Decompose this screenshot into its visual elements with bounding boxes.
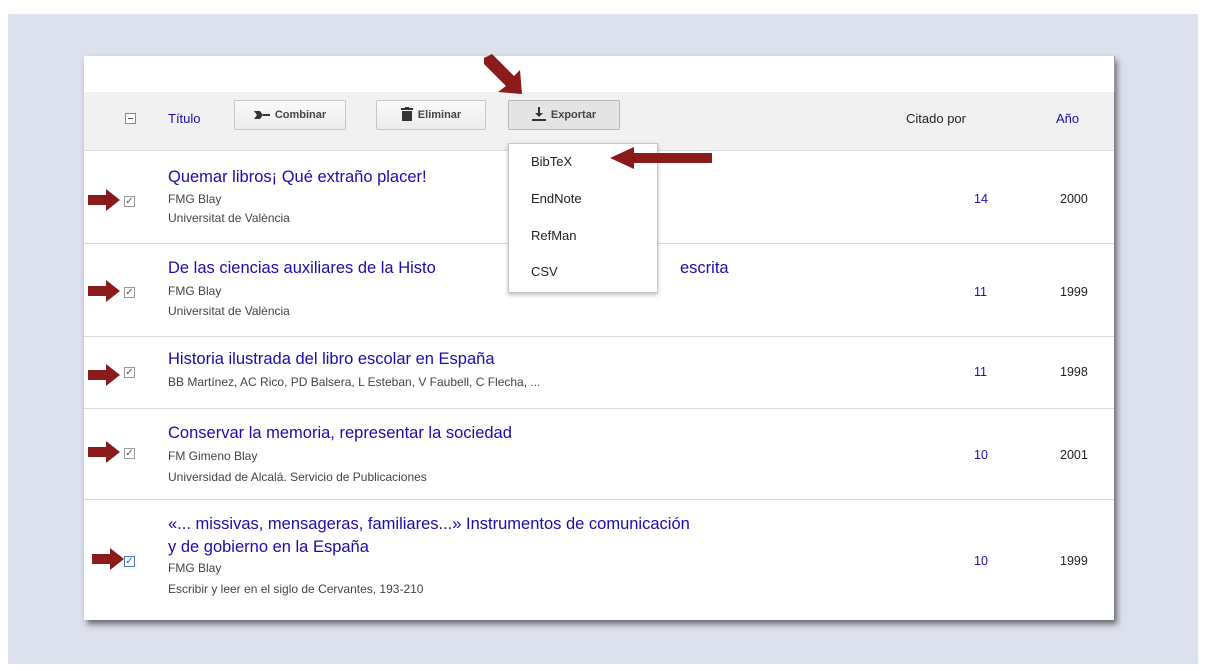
combine-icon bbox=[253, 108, 270, 123]
annotation-arrow-icon bbox=[88, 441, 120, 463]
delete-label: Eliminar bbox=[417, 109, 462, 121]
annotation-arrow-icon bbox=[88, 364, 120, 386]
row-year: 1999 bbox=[1060, 285, 1088, 299]
row-cites[interactable]: 11 bbox=[974, 365, 987, 379]
annotation-arrow-icon bbox=[92, 548, 124, 570]
row-source: Universitat de València bbox=[168, 211, 290, 225]
row-cites[interactable]: 10 bbox=[974, 554, 988, 568]
panel-divider bbox=[1114, 56, 1115, 92]
table-row: ✓ «... missivas, mensageras, familiares.… bbox=[84, 500, 1114, 618]
row-cites[interactable]: 14 bbox=[974, 192, 988, 206]
export-option-bibtex[interactable]: BibTeX bbox=[531, 154, 572, 169]
export-option-csv[interactable]: CSV bbox=[531, 264, 558, 279]
row-title[interactable]: Conservar la memoria, representar la soc… bbox=[168, 423, 512, 444]
cited-by-column-header[interactable]: Citado por bbox=[906, 111, 966, 126]
row-cites[interactable]: 11 bbox=[974, 285, 987, 299]
select-all-checkbox[interactable] bbox=[125, 113, 136, 124]
row-source: Escribir y leer en el siglo de Cervantes… bbox=[168, 582, 424, 596]
row-title[interactable]: Quemar libros¡ Qué extraño placer! bbox=[168, 167, 427, 188]
row-checkbox[interactable]: ✓ bbox=[124, 367, 135, 378]
export-option-endnote[interactable]: EndNote bbox=[531, 191, 582, 206]
annotation-arrow-icon bbox=[88, 280, 120, 302]
row-authors: FMG Blay bbox=[168, 561, 222, 575]
row-authors: FMG Blay bbox=[168, 192, 222, 206]
row-year: 1998 bbox=[1060, 365, 1088, 379]
row-checkbox[interactable]: ✓ bbox=[124, 196, 135, 207]
row-title-tail[interactable]: escrita bbox=[680, 258, 729, 279]
export-option-refman[interactable]: RefMan bbox=[531, 228, 577, 243]
row-authors: FM Gimeno Blay bbox=[168, 449, 258, 463]
row-year: 1999 bbox=[1060, 554, 1088, 568]
row-authors: BB Martínez, AC Rico, PD Balsera, L Este… bbox=[168, 375, 541, 389]
row-authors: FMG Blay bbox=[168, 284, 222, 298]
row-source: Universidad de Alcalá. Servicio de Publi… bbox=[168, 470, 427, 484]
title-column-header[interactable]: Título bbox=[168, 111, 201, 126]
row-checkbox[interactable]: ✓ bbox=[124, 448, 135, 459]
annotation-arrow-icon bbox=[484, 54, 522, 94]
combine-button[interactable]: Combinar bbox=[234, 100, 346, 130]
row-year: 2001 bbox=[1060, 448, 1088, 462]
results-panel: Título Combinar Eliminar Exportar Citado… bbox=[84, 56, 1114, 620]
annotation-arrow-icon bbox=[88, 189, 120, 211]
table-row: ✓ Conservar la memoria, representar la s… bbox=[84, 409, 1114, 500]
row-title-line1[interactable]: «... missivas, mensageras, familiares...… bbox=[168, 514, 690, 535]
export-button[interactable]: Exportar bbox=[508, 100, 620, 130]
trash-icon bbox=[400, 106, 413, 124]
row-source: Universitat de València bbox=[168, 304, 290, 318]
row-title[interactable]: De las ciencias auxiliares de la Histo bbox=[168, 258, 436, 279]
table-row: ✓ Historia ilustrada del libro escolar e… bbox=[84, 337, 1114, 409]
row-title-line2[interactable]: y de gobierno en la España bbox=[168, 537, 369, 558]
row-year: 2000 bbox=[1060, 192, 1088, 206]
row-title[interactable]: Historia ilustrada del libro escolar en … bbox=[168, 349, 495, 370]
combine-label: Combinar bbox=[274, 109, 327, 121]
download-icon bbox=[531, 106, 546, 124]
year-column-header[interactable]: Año bbox=[1056, 111, 1079, 126]
delete-button[interactable]: Eliminar bbox=[376, 100, 486, 130]
row-cites[interactable]: 10 bbox=[974, 448, 988, 462]
export-label: Exportar bbox=[550, 109, 597, 121]
row-checkbox[interactable]: ✓ bbox=[124, 287, 135, 298]
annotation-arrow-icon bbox=[610, 147, 712, 169]
